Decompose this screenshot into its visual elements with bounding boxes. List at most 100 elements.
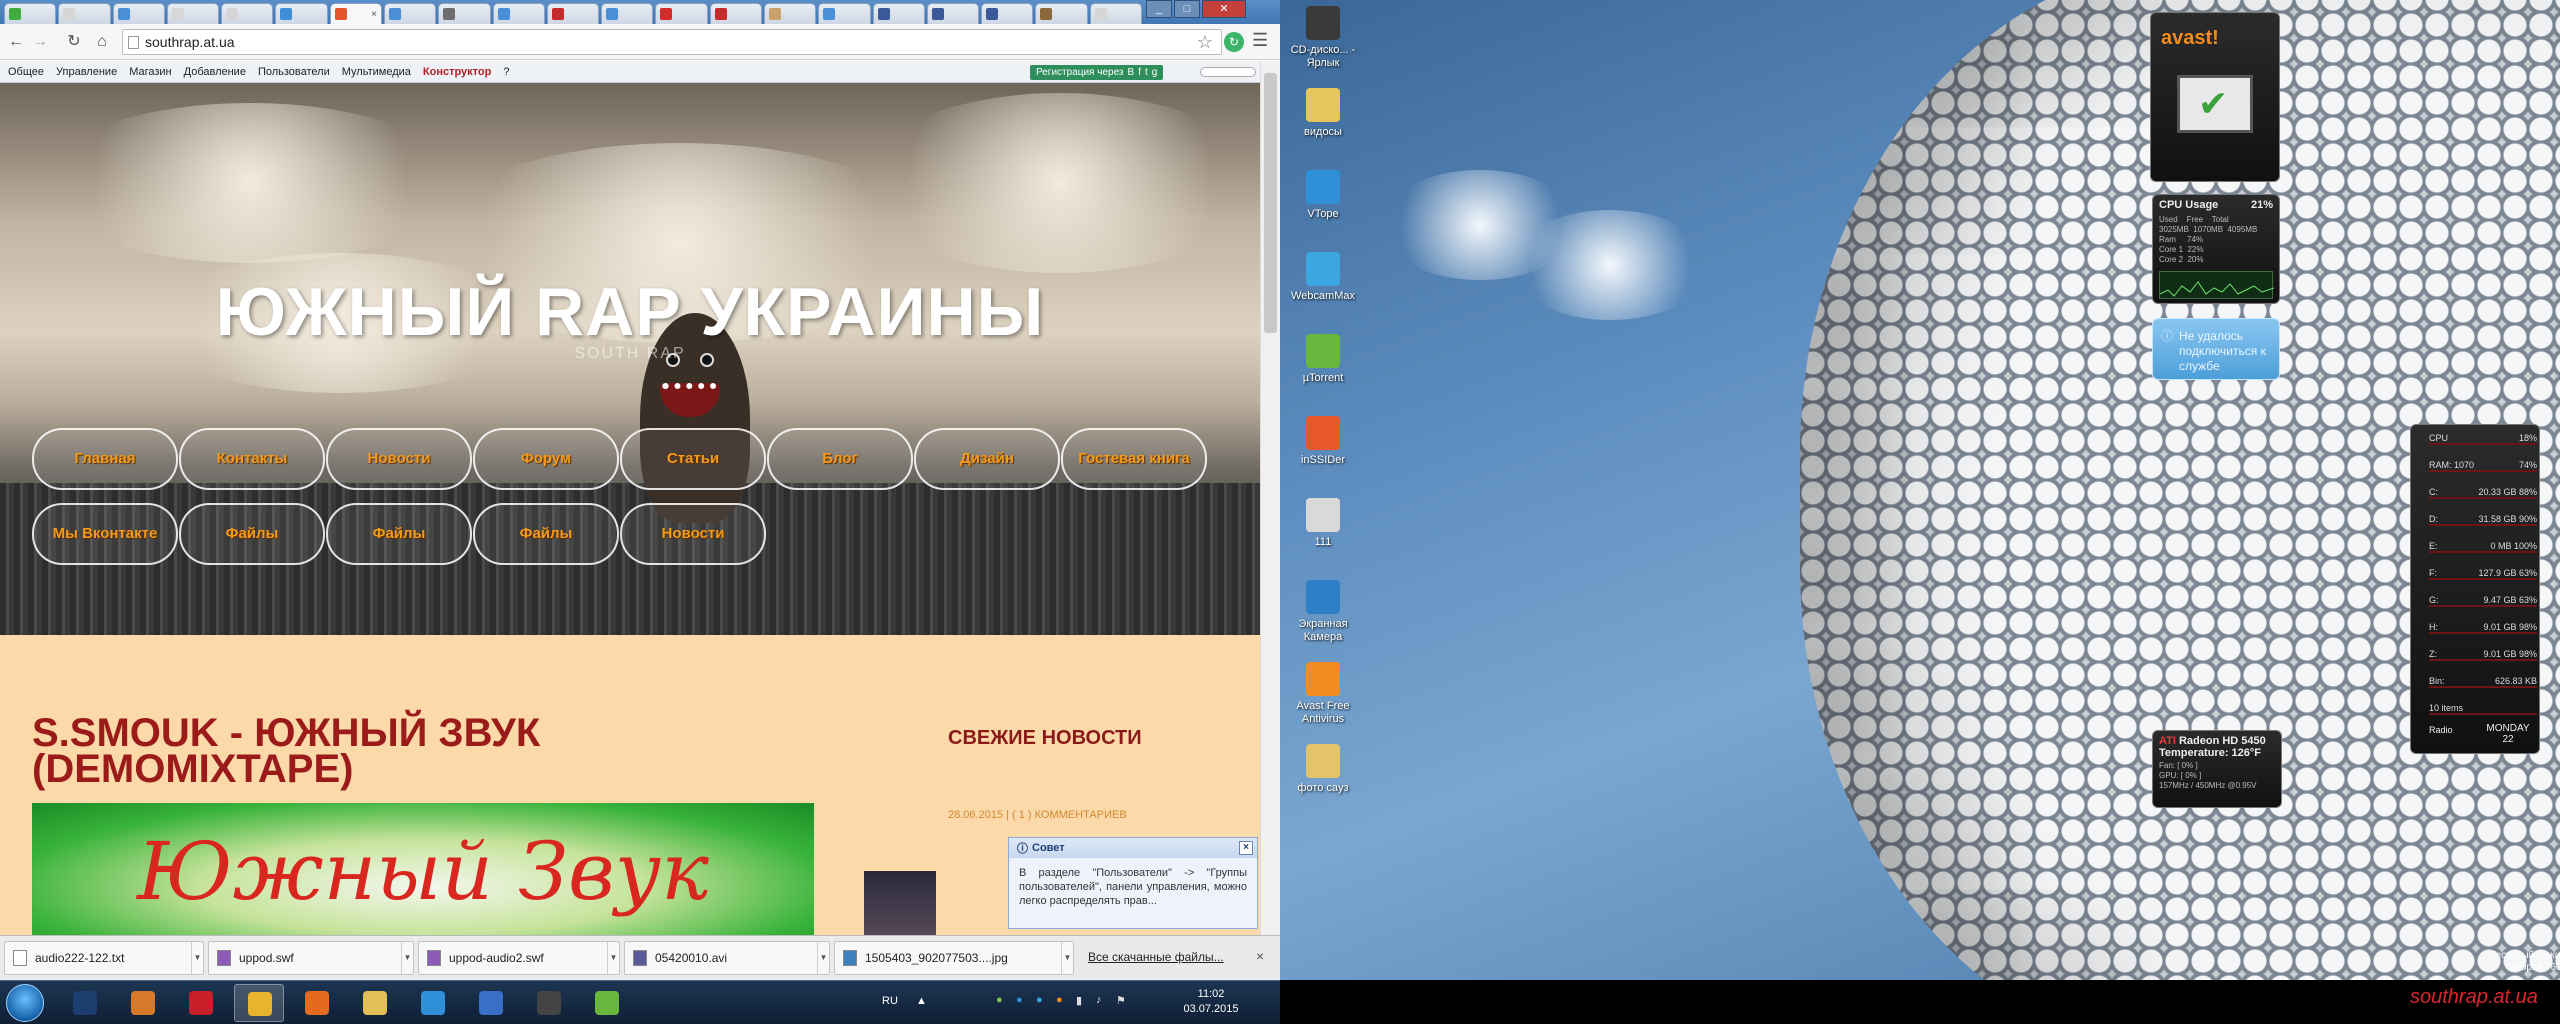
- site-nav-item[interactable]: Файлы: [473, 503, 619, 565]
- tip-close-button[interactable]: ×: [1239, 841, 1253, 855]
- desktop-icon[interactable]: VTope: [1286, 170, 1360, 221]
- twitter-icon[interactable]: t: [1145, 67, 1148, 78]
- site-nav-item[interactable]: Файлы: [326, 503, 472, 565]
- home-icon[interactable]: ⌂: [92, 32, 112, 52]
- browser-tab[interactable]: [275, 3, 328, 24]
- site-nav-item[interactable]: Контакты: [179, 428, 325, 490]
- browser-tab[interactable]: [655, 3, 708, 24]
- browser-tab[interactable]: [709, 3, 762, 24]
- gpu-gadget[interactable]: ATI Radeon HD 5450 Temperature: 126°F Fa…: [2152, 730, 2282, 808]
- browser-tab[interactable]: [981, 3, 1034, 24]
- browser-tab[interactable]: [221, 3, 274, 24]
- download-menu-arrow-icon[interactable]: ▼: [607, 942, 619, 974]
- admin-help[interactable]: ?: [503, 66, 509, 78]
- download-item[interactable]: uppod.swf ▼: [208, 941, 414, 975]
- browser-tab[interactable]: [166, 3, 220, 24]
- minimize-button[interactable]: _: [1146, 0, 1172, 18]
- admin-menu-shop[interactable]: Магазин: [129, 66, 171, 78]
- post-image[interactable]: Южный Звук: [32, 803, 814, 935]
- taskbar-app-vtope[interactable]: [408, 984, 458, 1022]
- admin-menu-users[interactable]: Пользователи: [258, 66, 330, 78]
- maximize-button[interactable]: □: [1174, 0, 1200, 18]
- taskbar-app-photoshop[interactable]: [60, 984, 110, 1022]
- admin-menu-constructor[interactable]: Конструктор: [423, 66, 491, 78]
- forward-icon[interactable]: →: [30, 32, 50, 52]
- page-scrollbar[interactable]: [1260, 61, 1280, 935]
- site-nav-item[interactable]: Форум: [473, 428, 619, 490]
- browser-tab[interactable]: [764, 3, 817, 24]
- site-nav-item[interactable]: Файлы: [179, 503, 325, 565]
- register-via-box[interactable]: Регистрация через В f t g: [1030, 65, 1164, 80]
- tray-utorrent-icon[interactable]: ●: [996, 994, 1003, 1006]
- browser-tab[interactable]: [872, 3, 925, 24]
- download-item[interactable]: 05420010.avi ▼: [624, 941, 830, 975]
- admin-menu-multimedia[interactable]: Мультимедиа: [342, 66, 411, 78]
- site-nav-item[interactable]: Статьи: [620, 428, 766, 490]
- admin-menu-add[interactable]: Добавление: [184, 66, 246, 78]
- download-menu-arrow-icon[interactable]: ▼: [1061, 942, 1073, 974]
- menu-icon[interactable]: ☰: [1252, 30, 1268, 51]
- tray-flag-icon[interactable]: ⚑: [1116, 994, 1126, 1007]
- desktop-icon[interactable]: CD-диско... - Ярлык: [1286, 6, 1360, 70]
- site-nav-item[interactable]: Мы Вконтакте: [32, 503, 178, 565]
- site-nav-item[interactable]: Дизайн: [914, 428, 1060, 490]
- desktop-icon[interactable]: WebcamMax: [1286, 252, 1360, 303]
- desktop-icon[interactable]: Avast Free Antivirus: [1286, 662, 1360, 726]
- taskbar-app-steam[interactable]: [524, 984, 574, 1022]
- tray-avast-icon[interactable]: ●: [1056, 994, 1063, 1006]
- browser-tab[interactable]: [1089, 3, 1142, 24]
- browser-tab[interactable]: [818, 3, 871, 24]
- download-menu-arrow-icon[interactable]: ▼: [817, 942, 829, 974]
- taskbar-app-opera[interactable]: [176, 984, 226, 1022]
- browser-tab[interactable]: [384, 3, 437, 24]
- download-menu-arrow-icon[interactable]: ▼: [191, 942, 203, 974]
- taskbar-app-shield[interactable]: [466, 984, 516, 1022]
- bookmark-star-icon[interactable]: ☆: [1197, 32, 1213, 53]
- taskbar-app-media[interactable]: [118, 984, 168, 1022]
- desktop-icon[interactable]: µTorrent: [1286, 334, 1360, 385]
- desktop-icon[interactable]: видосы: [1286, 88, 1360, 139]
- browser-tab[interactable]: [926, 3, 980, 24]
- desktop-icon[interactable]: фото саyз: [1286, 744, 1360, 795]
- browser-tab[interactable]: [438, 3, 491, 24]
- site-nav-item[interactable]: Блог: [767, 428, 913, 490]
- browser-tab[interactable]: [492, 3, 545, 24]
- news-meta[interactable]: 28.06.2015 | ( 1 ) КОММЕНТАРИЕВ: [948, 809, 1127, 821]
- language-indicator[interactable]: RU: [882, 995, 898, 1007]
- post-title[interactable]: S.SMOUK - ЮЖНЫЙ ЗВУК (DEMOMIXTAPE): [32, 713, 752, 789]
- admin-menu-general[interactable]: Общее: [8, 66, 44, 78]
- tray-network-icon[interactable]: ●: [1016, 994, 1023, 1006]
- service-notification[interactable]: ⓘ Не удалось подключиться к службе: [2152, 318, 2280, 380]
- download-item[interactable]: uppod-audio2.swf ▼: [418, 941, 620, 975]
- browser-tab[interactable]: [112, 3, 165, 24]
- tray-webcam-icon[interactable]: ●: [1036, 994, 1043, 1006]
- facebook-icon[interactable]: f: [1138, 67, 1141, 78]
- desktop-icon[interactable]: 111: [1286, 498, 1360, 549]
- site-nav-item[interactable]: Главная: [32, 428, 178, 490]
- download-menu-arrow-icon[interactable]: ▼: [401, 942, 413, 974]
- back-icon[interactable]: ←: [6, 32, 26, 52]
- browser-tab[interactable]: [4, 3, 57, 24]
- desktop-icon[interactable]: Экранная Камера: [1286, 580, 1360, 644]
- scrollbar-thumb[interactable]: [1264, 73, 1277, 333]
- news-thumbnail[interactable]: [864, 871, 936, 935]
- tray-volume-icon[interactable]: ♪: [1096, 994, 1102, 1006]
- admin-bar-toggle[interactable]: [1200, 67, 1256, 77]
- address-bar[interactable]: southrap.at.ua ☆: [122, 29, 1222, 55]
- taskbar-app-firefox[interactable]: [292, 984, 342, 1022]
- site-nav-item[interactable]: Новости: [326, 428, 472, 490]
- taskbar-app-chrome[interactable]: [234, 984, 284, 1022]
- browser-tab[interactable]: [58, 3, 111, 24]
- extension-icon[interactable]: ↻: [1224, 32, 1244, 52]
- taskbar-app-explorer[interactable]: [350, 984, 400, 1022]
- tray-signal-icon[interactable]: ▮: [1076, 994, 1082, 1007]
- cpu-usage-gadget[interactable]: CPU Usage 21% Used Free Total 3025MB 1070…: [2152, 194, 2280, 304]
- taskbar-clock[interactable]: 11:02 03.07.2015: [1176, 987, 1246, 1017]
- tray-expand-icon[interactable]: ▲: [916, 995, 927, 1007]
- desktop-icon[interactable]: inSSIDer: [1286, 416, 1360, 467]
- tab-close-icon[interactable]: ×: [371, 9, 377, 20]
- site-nav-item[interactable]: Гостевая книга: [1061, 428, 1207, 490]
- google-icon[interactable]: g: [1152, 67, 1158, 78]
- download-item[interactable]: audio222-122.txt ▼: [4, 941, 204, 975]
- start-button[interactable]: [6, 984, 44, 1022]
